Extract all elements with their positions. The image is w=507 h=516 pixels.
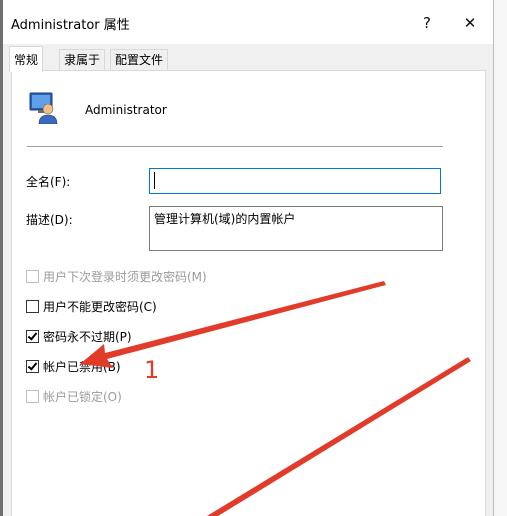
general-tab-panel: Administrator 全名(F): 描述(D): 管理计算机(域)的内置帐… (11, 70, 486, 516)
tab-member-of[interactable]: 隶属于 (59, 49, 106, 70)
option-label: 帐户已锁定(O) (43, 389, 122, 404)
option-label: 密码永不过期(P) (43, 329, 132, 344)
option-account-disabled[interactable]: 帐户已禁用(B) (26, 358, 121, 374)
annotation-number: 1 (144, 356, 160, 384)
checkbox-account-disabled[interactable] (26, 359, 39, 373)
checkbox-must-change-password[interactable] (26, 269, 39, 283)
close-button[interactable]: ✕ (457, 10, 483, 36)
option-label: 帐户已禁用(B) (43, 359, 121, 374)
fullname-label: 全名(F): (26, 175, 71, 189)
help-button[interactable]: ? (414, 10, 440, 36)
option-label: 用户不能更改密码(C) (43, 299, 157, 314)
option-cannot-change-password[interactable]: 用户不能更改密码(C) (26, 298, 157, 314)
user-name: Administrator (85, 103, 167, 117)
dialog-client-area: 常规 隶属于 配置文件 Administrator 全名(F): 描述(D): … (3, 44, 493, 516)
fullname-input[interactable] (149, 168, 441, 194)
tab-profile[interactable]: 配置文件 (110, 49, 169, 70)
user-account-icon (29, 92, 58, 124)
help-icon: ? (423, 14, 431, 32)
option-must-change-password[interactable]: 用户下次登录时须更改密码(M) (26, 268, 207, 284)
text-caret (154, 172, 155, 189)
option-label: 用户下次登录时须更改密码(M) (43, 269, 207, 284)
description-label: 描述(D): (26, 213, 73, 227)
checkbox-account-locked[interactable] (26, 389, 39, 403)
close-icon: ✕ (463, 14, 477, 32)
dialog-titlebar[interactable]: Administrator 属性 ? ✕ (3, 0, 493, 44)
window-right-border (493, 0, 507, 516)
checkbox-cannot-change-password[interactable] (26, 299, 39, 313)
screenshot-root: Administrator 属性 ? ✕ 常规 隶属于 配置文件 Adminis… (0, 0, 507, 516)
description-input[interactable]: 管理计算机(域)的内置帐户 (149, 206, 443, 251)
separator-line (27, 146, 443, 147)
tab-general[interactable]: 常规 (9, 46, 44, 72)
option-account-locked[interactable]: 帐户已锁定(O) (26, 388, 122, 404)
checkbox-password-never-expires[interactable] (26, 329, 39, 343)
dialog-title: Administrator 属性 (11, 18, 130, 33)
option-password-never-expires[interactable]: 密码永不过期(P) (26, 328, 132, 344)
